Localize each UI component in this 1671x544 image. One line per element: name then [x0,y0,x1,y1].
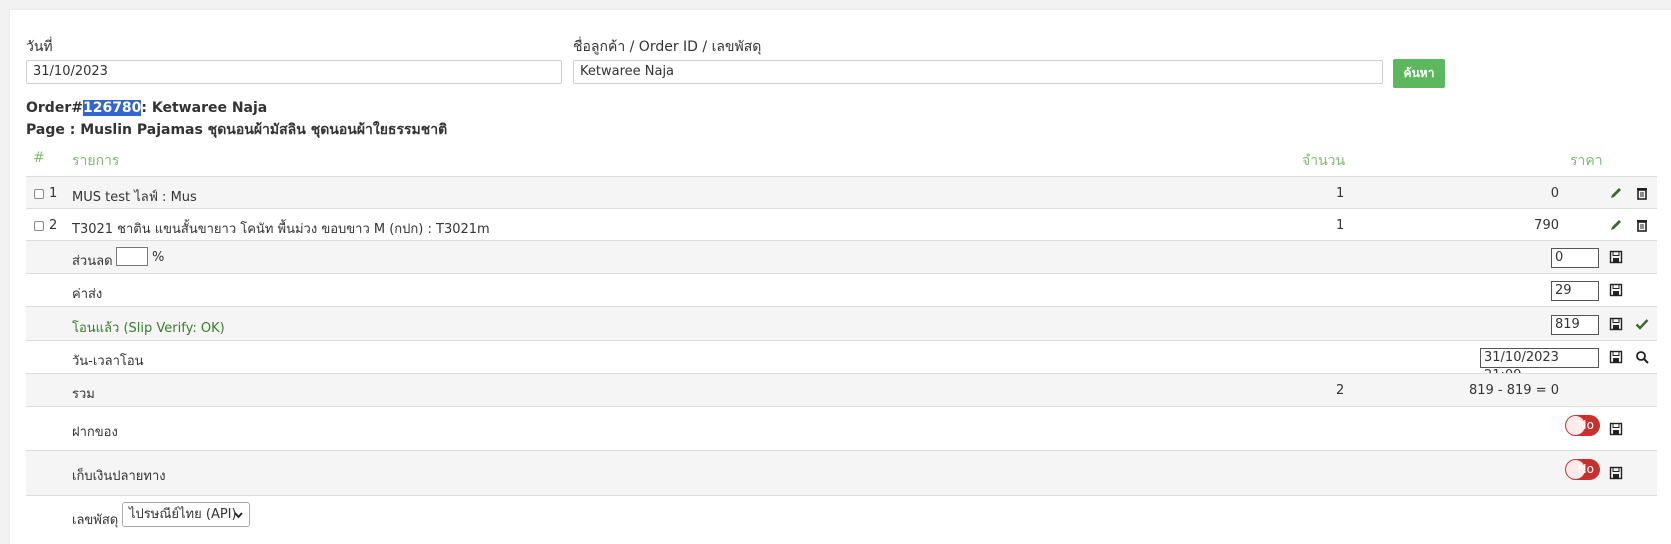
trash-icon[interactable] [1635,186,1649,200]
transferred-label: โอนแล้ว (Slip Verify: OK) [72,321,225,336]
order-prefix: Order# [26,100,83,116]
discount-label: ส่วนลด [72,254,113,269]
col-price-header: ราคา [1570,153,1603,169]
chevron-down-icon [234,512,243,519]
discount-percent-input[interactable] [116,247,148,266]
col-num-header: # [33,150,45,166]
col-item-header: รายการ [72,153,120,169]
total-label: รวม [72,387,95,402]
table-row: 2 T3021 ชาติน แขนสั้นขายาว โคนัท พื้นม่ว… [26,208,1657,241]
tracking-label: เลขพัสดุ [72,513,119,528]
transferred-row: โอนแล้ว (Slip Verify: OK) 819 [26,306,1657,341]
query-label: ชื่อลูกค้า / Order ID / เลขพัสดุ [573,39,762,55]
save-icon[interactable] [1609,422,1623,436]
toggle-knob [1566,416,1585,435]
pencil-icon[interactable] [1609,186,1623,200]
search-input[interactable]: Ketwaree Naja [573,60,1383,84]
save-icon[interactable] [1609,317,1623,331]
item-qty: 1 [1336,218,1345,233]
save-icon[interactable] [1609,250,1623,264]
row-number: 2 [49,218,58,233]
item-name: MUS test ไลฟ์ : Mus [72,190,197,205]
date-label: วันที่ [26,39,53,55]
cod-label: เก็บเงินปลายทาง [72,469,166,484]
order-customer: : Ketwaree Naja [141,100,268,116]
transfer-time-input[interactable]: 31/10/2023 21:09 [1480,348,1599,383]
search-icon[interactable] [1635,350,1649,364]
save-icon[interactable] [1609,350,1623,364]
tracking-select-value: ไปรษณีย์ไทย (API) [129,507,237,522]
pencil-icon[interactable] [1609,218,1623,232]
row-number: 1 [49,186,58,201]
total-row: รวม 2 819 - 819 = 0 [26,373,1657,407]
check-icon [1635,319,1649,330]
shipping-row: ค่าส่ง 29 [26,273,1657,307]
transfer-time-row: วัน-เวลาโอน 31/10/2023 21:09 [26,340,1657,383]
cod-toggle[interactable]: No [1565,459,1600,480]
deposit-label: ฝากของ [72,425,118,440]
deposit-row: ฝากของ No [26,406,1657,451]
save-icon[interactable] [1609,466,1623,480]
item-price: 790 [1534,218,1559,233]
table-row: 1 MUS test ไลฟ์ : Mus 1 0 [26,176,1657,209]
order-page: Page : Muslin Pajamas ชุดนอนผ้ามัสลิน ชุ… [26,122,448,138]
col-qty-header: จำนวน [1302,153,1346,169]
item-name: T3021 ชาติน แขนสั้นขายาว โคนัท พื้นม่วง … [72,222,490,237]
discount-row: ส่วนลด % 0 [26,240,1657,274]
item-price: 0 [1550,186,1559,201]
save-icon[interactable] [1609,283,1623,297]
item-qty: 1 [1336,186,1345,201]
cod-row: เก็บเงินปลายทาง No [26,450,1657,496]
percent-sign: % [152,250,165,265]
row-checkbox[interactable] [34,189,44,199]
shipping-input[interactable]: 29 [1551,281,1599,301]
transferred-input[interactable]: 819 [1551,315,1599,335]
total-value: 819 - 819 = 0 [1468,383,1559,398]
toggle-knob [1566,460,1585,479]
discount-input[interactable]: 0 [1551,248,1599,268]
date-input[interactable]: 31/10/2023 [26,60,562,84]
row-checkbox[interactable] [34,221,44,231]
order-title: Order#126780: Ketwaree Naja [26,100,267,116]
shipping-label: ค่าส่ง [72,287,103,302]
tracking-select[interactable]: ไปรษณีย์ไทย (API) [122,502,250,527]
total-qty: 2 [1336,383,1345,398]
trash-icon[interactable] [1635,218,1649,232]
search-button[interactable]: ค้นหา [1393,59,1445,88]
order-id[interactable]: 126780 [82,100,142,116]
transfer-time-label: วัน-เวลาโอน [72,354,144,369]
deposit-toggle[interactable]: No [1565,415,1600,436]
